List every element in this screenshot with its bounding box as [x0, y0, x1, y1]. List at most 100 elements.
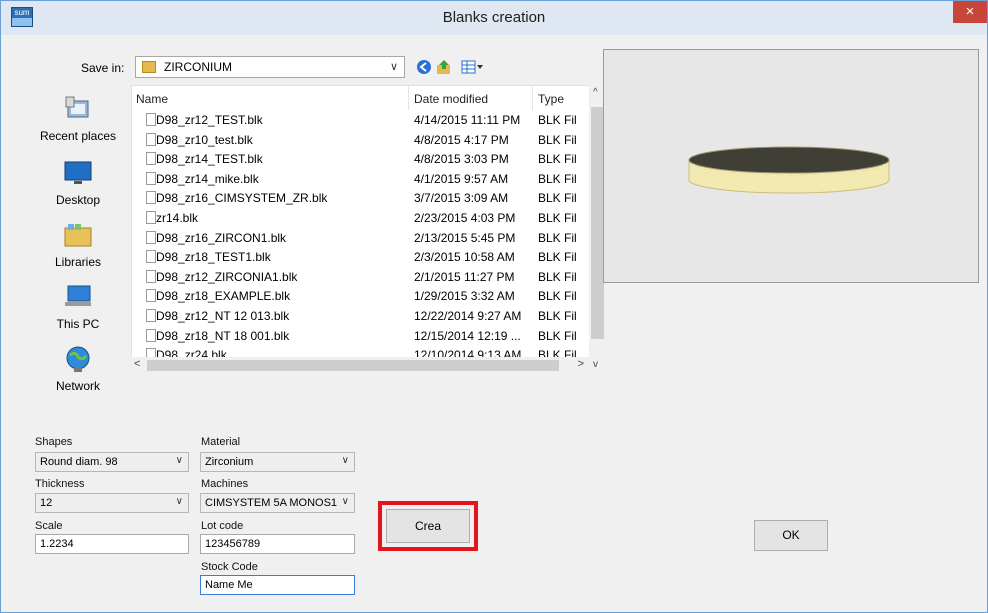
file-list[interactable]: Name Date modified Type D98_zr12_TEST.bl…: [131, 85, 593, 372]
column-name-header[interactable]: Name: [136, 92, 168, 106]
file-row[interactable]: zr14.blk 2/23/2015 4:03 PM BLK Fil: [132, 208, 592, 228]
scale-input[interactable]: 1.2234: [35, 534, 189, 554]
scroll-down-icon[interactable]: v: [593, 359, 598, 370]
folder-icon: [142, 61, 156, 73]
machines-dropdown[interactable]: CIMSYSTEM 5A MONOS1 ∨: [200, 493, 355, 513]
place-network[interactable]: Network: [33, 343, 123, 393]
place-label: Desktop: [55, 193, 101, 207]
save-in-label: Save in:: [81, 61, 125, 75]
crea-button[interactable]: Crea: [386, 509, 470, 543]
file-type: BLK Fil: [538, 152, 577, 167]
file-name: D98_zr12_TEST.blk: [156, 113, 263, 127]
horizontal-scrollbar[interactable]: < >: [131, 357, 589, 374]
scroll-up-icon[interactable]: ^: [593, 87, 598, 98]
file-icon: [146, 328, 156, 342]
file-name: D98_zr16_CIMSYSTEM_ZR.blk: [156, 191, 328, 206]
material-dropdown[interactable]: Zirconium ∨: [200, 452, 355, 472]
file-name: D98_zr14_mike.blk: [156, 171, 259, 186]
file-row[interactable]: D98_zr18_EXAMPLE.blk 1/29/2015 3:32 AM BLK…: [132, 286, 592, 306]
place-this-pc[interactable]: This PC: [33, 281, 123, 331]
file-icon: [146, 211, 156, 224]
place-label: Recent places: [39, 129, 117, 143]
up-folder-icon[interactable]: [435, 59, 453, 75]
file-date: 12/15/2014 12:19 ...: [414, 328, 521, 343]
chevron-down-icon: ∨: [389, 61, 398, 73]
back-icon[interactable]: [415, 59, 433, 75]
dialog-content: Save in: ZIRCONIUM ∨ Recent places Deskt…: [9, 35, 981, 606]
file-name: D98_zr16_ZIRCON1.blk: [156, 230, 287, 245]
file-name: D98_zr12_ZIRCONIA1.blk: [156, 269, 298, 284]
thickness-value: 12: [40, 497, 53, 509]
stock-code-label: Stock Code: [201, 561, 258, 573]
file-icon: [146, 309, 156, 322]
scroll-right-icon[interactable]: >: [578, 358, 584, 370]
file-row[interactable]: D98_zr16_ZIRCON1.blk 2/13/2015 5:45 PM BLK…: [132, 228, 592, 248]
file-list-header: Name Date modified Type: [132, 86, 592, 110]
file-name: D98_zr18_NT 18 001.blk: [156, 328, 290, 343]
blank-disc-image: [688, 146, 890, 194]
chevron-down-icon: ∨: [341, 455, 349, 466]
scroll-thumb[interactable]: [147, 360, 559, 371]
file-name: D98_zr18_EXAMPLE.blk: [156, 289, 291, 304]
file-icon: [146, 289, 156, 303]
file-row[interactable]: D98_zr16_CIMSYSTEM_ZR.blk 3/7/2015 3:09 A…: [132, 188, 592, 208]
file-type: BLK Fil: [538, 289, 577, 304]
close-button[interactable]: ×: [953, 1, 987, 23]
network-icon: [66, 346, 90, 372]
machines-value: CIMSYSTEM 5A MONOS1: [205, 497, 338, 509]
file-date: 3/7/2015 3:09 AM: [414, 191, 509, 206]
stock-code-input[interactable]: Name Me: [200, 575, 355, 595]
file-row[interactable]: D98_zr14_mike.blk 4/1/2015 9:57 AM BLK Fil: [132, 169, 592, 189]
column-type-header[interactable]: Type: [538, 92, 564, 106]
file-row[interactable]: D98_zr18_TEST1.blk 2/3/2015 10:58 AM BLK F…: [132, 247, 592, 267]
file-type: BLK Fil: [538, 250, 577, 265]
recent-places-icon: [65, 96, 89, 118]
material-value: Zirconium: [205, 456, 254, 468]
chevron-down-icon: ∨: [175, 455, 183, 466]
file-type: BLK Fil: [538, 113, 577, 127]
file-row[interactable]: D98_zr18_NT 18 001.blk 12/15/2014 12:19 .…: [132, 326, 592, 346]
file-row[interactable]: D98_zr12_TEST.blk 4/14/2015 11:11 PM BLK F…: [132, 110, 592, 130]
file-row[interactable]: D98_zr10_test.blk 4/8/2015 4:17 PM BLK Fil: [132, 130, 592, 150]
machines-label: Machines: [201, 478, 249, 490]
file-name: D98_zr14_TEST.blk: [156, 152, 263, 167]
thickness-dropdown[interactable]: 12 ∨: [35, 493, 189, 513]
place-desktop[interactable]: Desktop: [33, 157, 123, 207]
file-icon: [146, 113, 156, 126]
file-type: BLK Fil: [538, 269, 577, 284]
places-bar: Recent places Desktop Libraries This PC …: [33, 85, 123, 435]
scale-label: Scale: [35, 520, 63, 532]
file-icon: [146, 250, 156, 264]
file-date: 4/14/2015 11:11 PM: [414, 113, 521, 127]
shapes-dropdown[interactable]: Round diam. 98 ∨: [35, 452, 189, 472]
stock-code-value: Name Me: [205, 579, 253, 591]
file-icon: [146, 171, 156, 185]
material-label: Material: [201, 436, 241, 448]
place-recent-places[interactable]: Recent places: [33, 93, 123, 143]
view-menu-icon[interactable]: [461, 59, 485, 75]
chevron-down-icon: ∨: [341, 496, 349, 507]
file-row[interactable]: D98_zr12_ZIRCONIA1.blk 2/1/2015 11:27 PM B…: [132, 267, 592, 287]
file-date: 4/8/2015 4:17 PM: [414, 132, 509, 147]
place-libraries[interactable]: Libraries: [33, 219, 123, 269]
file-date: 2/13/2015 5:45 PM: [414, 230, 516, 245]
file-type: BLK Fil: [538, 328, 577, 343]
shapes-label: Shapes: [35, 436, 73, 448]
place-label: This PC: [56, 317, 100, 331]
lot-code-input[interactable]: 123456789: [200, 534, 355, 554]
file-date: 2/1/2015 11:27 PM: [414, 269, 515, 284]
save-in-dropdown[interactable]: ZIRCONIUM ∨: [135, 56, 405, 78]
file-date: 12/22/2014 9:27 AM: [414, 309, 522, 323]
file-name: D98_zr18_TEST1.blk: [156, 250, 271, 265]
scroll-left-icon[interactable]: <: [134, 358, 140, 370]
title-bar: sum Blanks creation ×: [1, 1, 987, 35]
file-row[interactable]: D98_zr12_NT 12 013.blk 12/22/2014 9:27 AM…: [132, 306, 592, 326]
file-date: 2/3/2015 10:58 AM: [414, 250, 515, 265]
blanks-creation-window: sum Blanks creation × Save in: ZIRCONIUM…: [0, 0, 988, 613]
file-type: BLK Fil: [538, 230, 577, 245]
file-name: zr14.blk: [156, 211, 199, 225]
file-icon: [146, 269, 156, 283]
file-row[interactable]: D98_zr14_TEST.blk 4/8/2015 3:03 PM BLK Fil: [132, 149, 592, 169]
ok-button[interactable]: OK: [754, 520, 828, 551]
column-date-header[interactable]: Date modified: [414, 92, 488, 106]
